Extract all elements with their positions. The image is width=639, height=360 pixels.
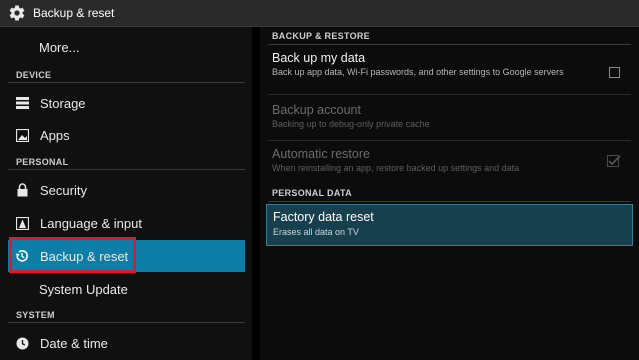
section-header-personal-data: PERSONAL DATA <box>268 184 631 202</box>
pref-title: Automatic restore <box>272 147 370 161</box>
sidebar-item-storage[interactable]: Storage <box>8 87 245 119</box>
backup-account-pref: Backup account Backing up to debug-only … <box>268 103 631 141</box>
pane-divider <box>252 27 260 360</box>
sidebar-item-system-update[interactable]: System Update <box>8 273 245 305</box>
section-header-backup-restore: BACKUP & RESTORE <box>268 27 631 45</box>
sidebar-item-label: Date & time <box>40 335 108 351</box>
section-header-system: SYSTEM <box>8 305 245 323</box>
backup-my-data-checkbox[interactable] <box>609 67 620 78</box>
pref-summary: Backing up to debug-only private cache <box>272 119 430 129</box>
apps-icon <box>14 127 30 143</box>
lock-icon <box>14 182 30 198</box>
sidebar-item-apps[interactable]: Apps <box>8 119 245 151</box>
storage-icon <box>14 95 30 111</box>
pref-summary: Back up app data, Wi-Fi passwords, and o… <box>272 67 564 77</box>
pref-summary: Erases all data on TV <box>273 227 359 237</box>
automatic-restore-pref: Automatic restore When reinstalling an a… <box>268 147 631 183</box>
backup-my-data-pref[interactable]: Back up my data Back up app data, Wi-Fi … <box>268 51 631 95</box>
settings-sidebar: More... DEVICE Storage Apps PERSONAL Sec… <box>0 27 252 360</box>
pref-summary: When reinstalling an app, restore backed… <box>272 163 520 173</box>
clock-icon <box>14 335 30 351</box>
pref-title: Factory data reset <box>273 210 374 224</box>
section-header-personal: PERSONAL <box>8 152 245 170</box>
page-title: Backup & reset <box>33 6 115 20</box>
gear-icon <box>6 2 28 24</box>
sidebar-item-language[interactable]: Language & input <box>8 207 245 239</box>
factory-data-reset-pref[interactable]: Factory data reset Erases all data on TV <box>266 204 633 246</box>
pref-title: Backup account <box>272 103 361 117</box>
sidebar-item-more[interactable]: More... <box>8 31 245 63</box>
title-bar: Backup & reset <box>0 0 639 27</box>
sidebar-item-label: More... <box>39 39 80 55</box>
sidebar-item-date-time[interactable]: Date & time <box>8 327 245 359</box>
pref-title: Back up my data <box>272 51 366 65</box>
language-icon <box>14 215 30 231</box>
sidebar-item-label: Apps <box>40 127 70 143</box>
highlight-annotation <box>9 237 136 273</box>
sidebar-item-label: System Update <box>39 281 128 297</box>
sidebar-item-security[interactable]: Security <box>8 174 245 206</box>
sidebar-item-label: Security <box>40 182 87 198</box>
backup-reset-panel: BACKUP & RESTORE Back up my data Back up… <box>260 27 639 360</box>
check-icon <box>607 155 621 167</box>
sidebar-item-label: Language & input <box>40 215 142 231</box>
section-header-device: DEVICE <box>8 65 245 83</box>
sidebar-item-label: Storage <box>40 95 86 111</box>
